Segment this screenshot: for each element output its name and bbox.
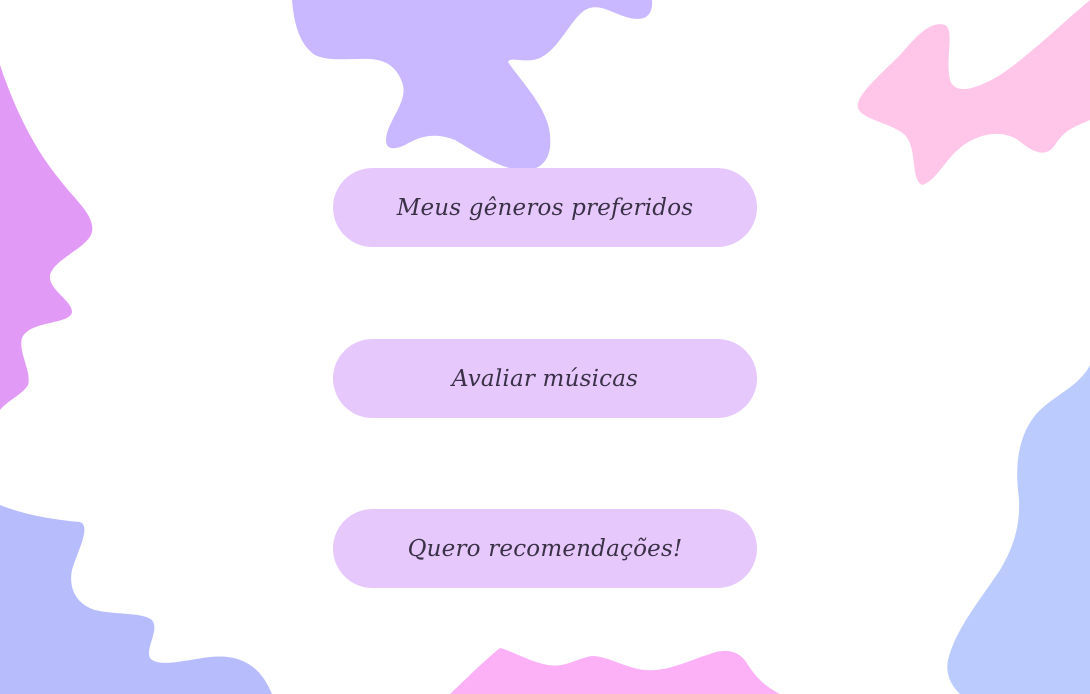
violet-blob [0, 65, 93, 410]
blue-blob [947, 365, 1090, 694]
pink-blob [450, 648, 780, 694]
recommendations-label: Quero recomendações! [407, 535, 683, 562]
pink-light-blob [857, 0, 1090, 185]
rate-songs-label: Avaliar músicas [451, 365, 639, 392]
app-screen: Meus gêneros preferidos Avaliar músicas … [0, 0, 1090, 694]
periwinkle-blob [0, 505, 272, 694]
favorite-genres-button[interactable]: Meus gêneros preferidos [333, 168, 757, 247]
rate-songs-button[interactable]: Avaliar músicas [333, 339, 757, 418]
recommendations-button[interactable]: Quero recomendações! [333, 509, 757, 588]
favorite-genres-label: Meus gêneros preferidos [396, 194, 694, 221]
lavender-blob [292, 0, 653, 171]
